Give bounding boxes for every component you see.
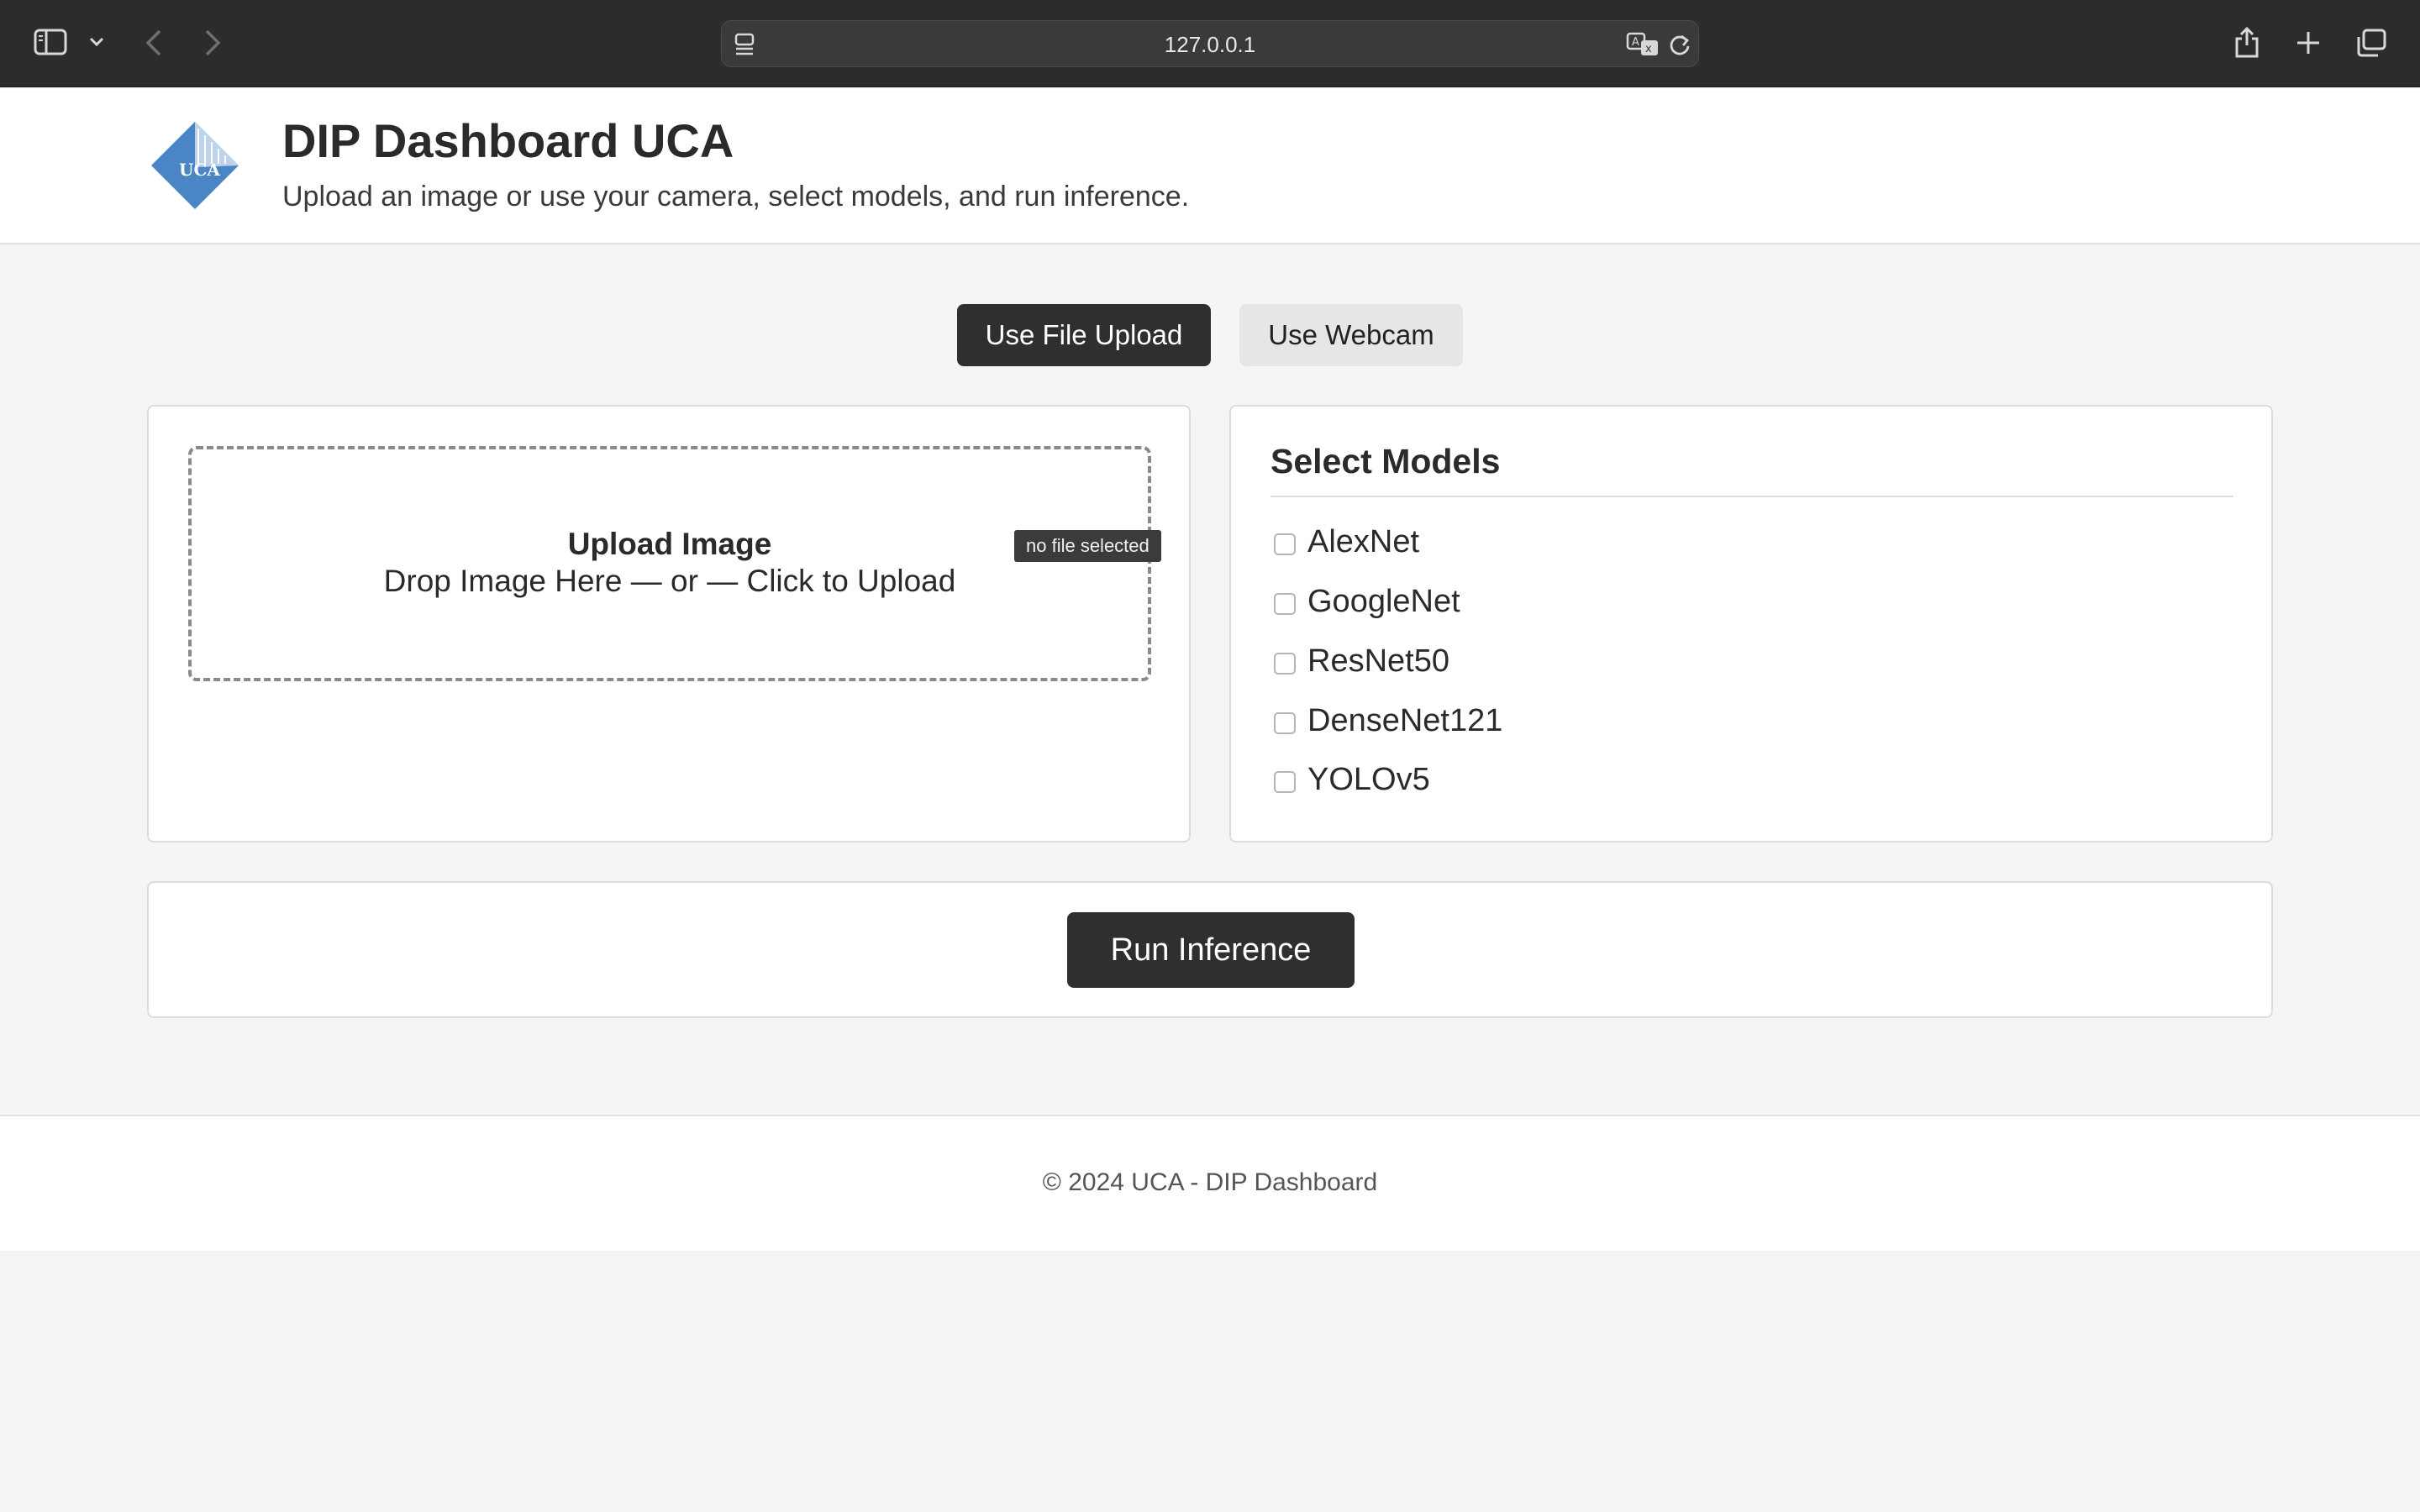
alexnet-checkbox[interactable] <box>1274 533 1296 555</box>
use-file-upload-button[interactable]: Use File Upload <box>957 304 1211 366</box>
image-dropzone[interactable]: Upload Image Drop Image Here — or — Clic… <box>188 446 1151 681</box>
sidebar-icon[interactable] <box>34 29 67 55</box>
resnet50-checkbox[interactable] <box>1274 653 1296 675</box>
address-bar[interactable]: 127.0.0.1 Ax <box>721 20 1699 67</box>
url-text[interactable]: 127.0.0.1 <box>722 21 1698 68</box>
use-webcam-button[interactable]: Use Webcam <box>1239 304 1463 366</box>
upload-panel: Upload Image Drop Image Here — or — Clic… <box>147 405 1191 843</box>
model-label: GoogleNet <box>1307 584 1460 619</box>
googlenet-checkbox[interactable] <box>1274 593 1296 615</box>
model-label: AlexNet <box>1307 524 1420 559</box>
page-subtitle: Upload an image or use your camera, sele… <box>282 181 1190 213</box>
dropzone-title: Upload Image <box>567 527 772 561</box>
page-title: DIP Dashboard UCA <box>282 114 734 167</box>
svg-text:A: A <box>1632 36 1639 49</box>
model-label: ResNet50 <box>1307 643 1449 679</box>
footer-copyright: © 2024 UCA - DIP Dashboard <box>1042 1168 1378 1196</box>
run-panel: Run Inference <box>147 881 2273 1018</box>
browser-toolbar: 127.0.0.1 Ax <box>0 0 2420 87</box>
reload-icon[interactable] <box>1668 33 1691 56</box>
models-divider <box>1270 496 2233 497</box>
site-header: UCA DIP Dashboard UCA Upload an image or… <box>0 88 2420 244</box>
site-footer: © 2024 UCA - DIP Dashboard <box>0 1115 2420 1251</box>
model-label: DenseNet121 <box>1307 703 1503 738</box>
svg-text:UCA: UCA <box>179 160 220 180</box>
run-inference-button[interactable]: Run Inference <box>1067 912 1355 988</box>
models-panel: Select Models AlexNet GoogleNet ResNet50… <box>1229 405 2273 843</box>
translate-icon[interactable]: Ax <box>1626 32 1660 57</box>
forward-icon[interactable] <box>203 29 222 57</box>
tab-overview-icon[interactable] <box>2356 29 2386 57</box>
share-icon[interactable] <box>2233 25 2260 59</box>
uca-logo: UCA <box>150 120 240 211</box>
densenet121-checkbox[interactable] <box>1274 712 1296 734</box>
models-heading: Select Models <box>1270 442 1501 480</box>
dropzone-instructions: Drop Image Here — or — Click to Upload <box>383 564 956 598</box>
svg-text:x: x <box>1645 43 1652 55</box>
model-label: YOLOv5 <box>1307 762 1430 797</box>
file-status-tooltip: no file selected <box>1014 530 1161 562</box>
chevron-down-icon[interactable] <box>89 37 104 47</box>
new-tab-icon[interactable] <box>2296 30 2321 55</box>
back-icon[interactable] <box>145 29 163 57</box>
yolov5-checkbox[interactable] <box>1274 771 1296 793</box>
